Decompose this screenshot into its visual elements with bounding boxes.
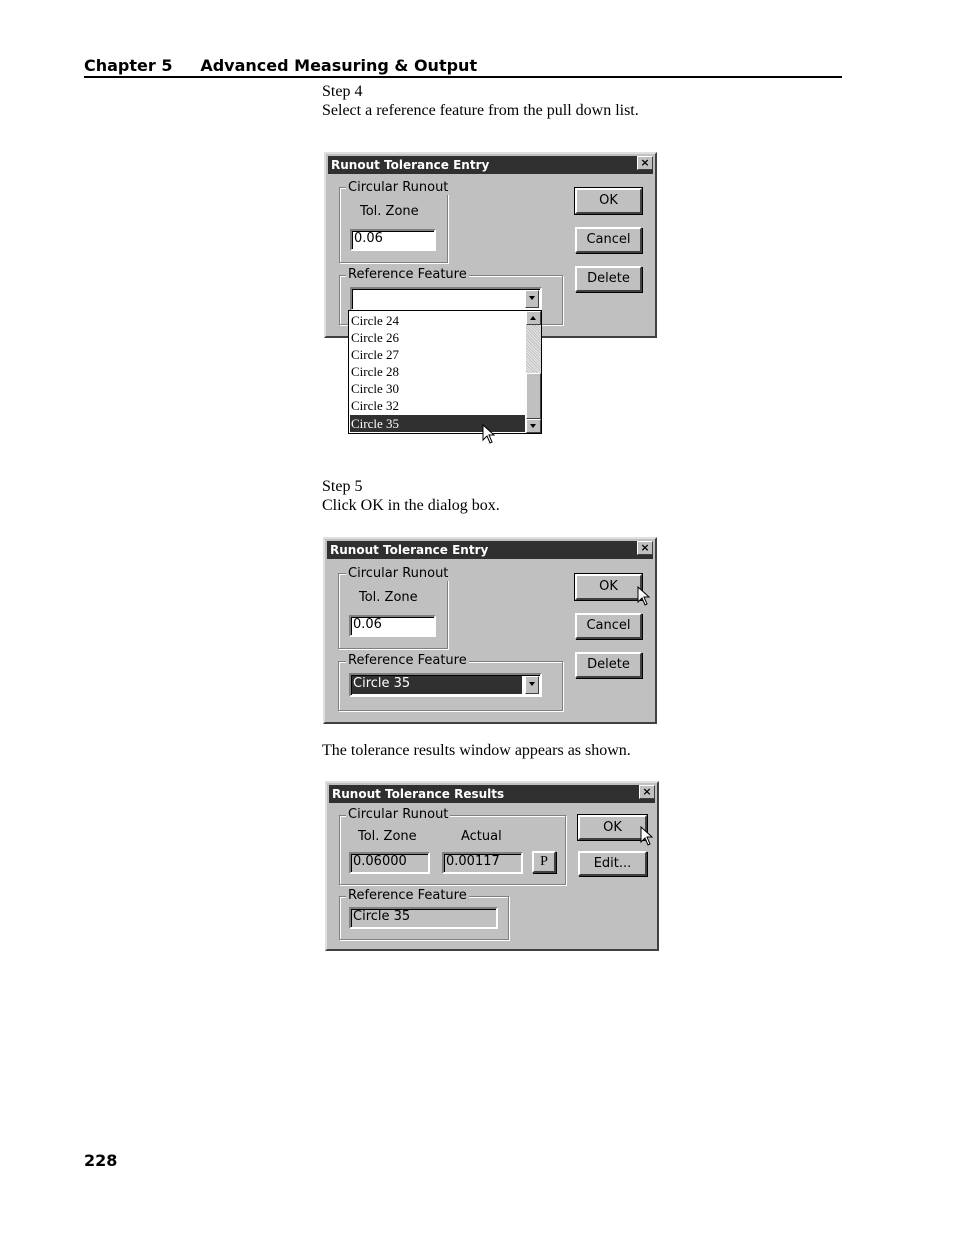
scroll-down-icon[interactable]	[526, 419, 541, 433]
scroll-thumb[interactable]	[526, 373, 541, 419]
mouse-pointer-icon	[640, 826, 654, 846]
actual-value: 0.00117	[442, 852, 523, 874]
step4-instruction: Select a reference feature from the pull…	[322, 102, 639, 119]
delete-button[interactable]: Delete	[575, 266, 642, 292]
reference-feature-value: Circle 35	[349, 907, 498, 929]
chapter-header: Chapter 5 Advanced Measuring & Output	[84, 56, 477, 75]
cancel-button[interactable]: Cancel	[575, 227, 642, 253]
list-item[interactable]: Circle 32	[350, 397, 525, 414]
runout-entry-dialog-step5: Runout Tolerance Entry × Circular Runout…	[323, 537, 657, 724]
actual-label: Actual	[461, 829, 502, 844]
delete-button[interactable]: Delete	[575, 652, 642, 678]
mouse-pointer-icon	[637, 586, 651, 606]
list-item[interactable]: Circle 24	[350, 312, 525, 329]
dialog-title: Runout Tolerance Entry	[328, 156, 653, 174]
dialog-title: Runout Tolerance Results	[329, 785, 655, 803]
reference-feature-value: Circle 35	[352, 676, 522, 694]
circular-runout-group	[339, 815, 566, 885]
reference-feature-dropdown[interactable]	[350, 287, 542, 311]
reference-feature-value	[353, 290, 522, 308]
ok-button[interactable]: OK	[574, 187, 643, 215]
cancel-button[interactable]: Cancel	[575, 613, 642, 639]
step5-instruction: Click OK in the dialog box.	[322, 497, 500, 514]
chapter-number: Chapter 5	[84, 56, 173, 75]
chevron-down-icon[interactable]	[525, 290, 539, 308]
chevron-down-icon[interactable]	[525, 676, 539, 694]
tol-zone-label: Tol. Zone	[359, 590, 418, 605]
reference-feature-group-label: Reference Feature	[346, 888, 469, 903]
ok-button[interactable]: OK	[574, 573, 643, 601]
reference-feature-list[interactable]: Circle 24 Circle 26 Circle 27 Circle 28 …	[348, 310, 542, 434]
header-rule	[84, 76, 842, 78]
step4-label: Step 4	[322, 83, 363, 100]
tol-zone-value: 0.06000	[349, 852, 430, 874]
mouse-pointer-icon	[482, 424, 496, 444]
circular-runout-group	[338, 573, 448, 649]
results-caption: The tolerance results window appears as …	[322, 742, 631, 759]
step5-label: Step 5	[322, 478, 363, 495]
dialog-title: Runout Tolerance Entry	[327, 541, 653, 559]
tol-zone-label: Tol. Zone	[358, 829, 417, 844]
list-item[interactable]: Circle 26	[350, 329, 525, 346]
list-item[interactable]: Circle 28	[350, 363, 525, 380]
pass-status-badge: P	[532, 851, 556, 873]
reference-feature-group-label: Reference Feature	[346, 653, 469, 668]
close-icon[interactable]: ×	[637, 541, 653, 555]
circular-runout-group-label: Circular Runout	[346, 180, 451, 195]
close-icon[interactable]: ×	[637, 156, 653, 170]
circular-runout-group-label: Circular Runout	[346, 807, 451, 822]
close-icon[interactable]: ×	[639, 785, 655, 799]
tol-zone-input[interactable]: 0.06	[349, 615, 436, 637]
list-scrollbar[interactable]	[526, 311, 541, 433]
runout-results-dialog: Runout Tolerance Results × Circular Runo…	[325, 781, 659, 951]
tol-zone-input[interactable]: 0.06	[350, 229, 436, 251]
reference-feature-group-label: Reference Feature	[346, 267, 469, 282]
list-item[interactable]: Circle 27	[350, 346, 525, 363]
ok-button[interactable]: OK	[577, 814, 648, 841]
page-number: 228	[84, 1151, 118, 1170]
tol-zone-label: Tol. Zone	[360, 204, 419, 219]
edit-button[interactable]: Edit...	[578, 851, 647, 876]
scroll-up-icon[interactable]	[526, 311, 541, 325]
chapter-title: Advanced Measuring & Output	[200, 56, 478, 75]
circular-runout-group-label: Circular Runout	[346, 566, 451, 581]
circular-runout-group	[339, 187, 448, 263]
list-item-selected[interactable]: Circle 35	[350, 415, 525, 432]
list-item[interactable]: Circle 30	[350, 380, 525, 397]
reference-feature-dropdown[interactable]: Circle 35	[349, 673, 542, 697]
